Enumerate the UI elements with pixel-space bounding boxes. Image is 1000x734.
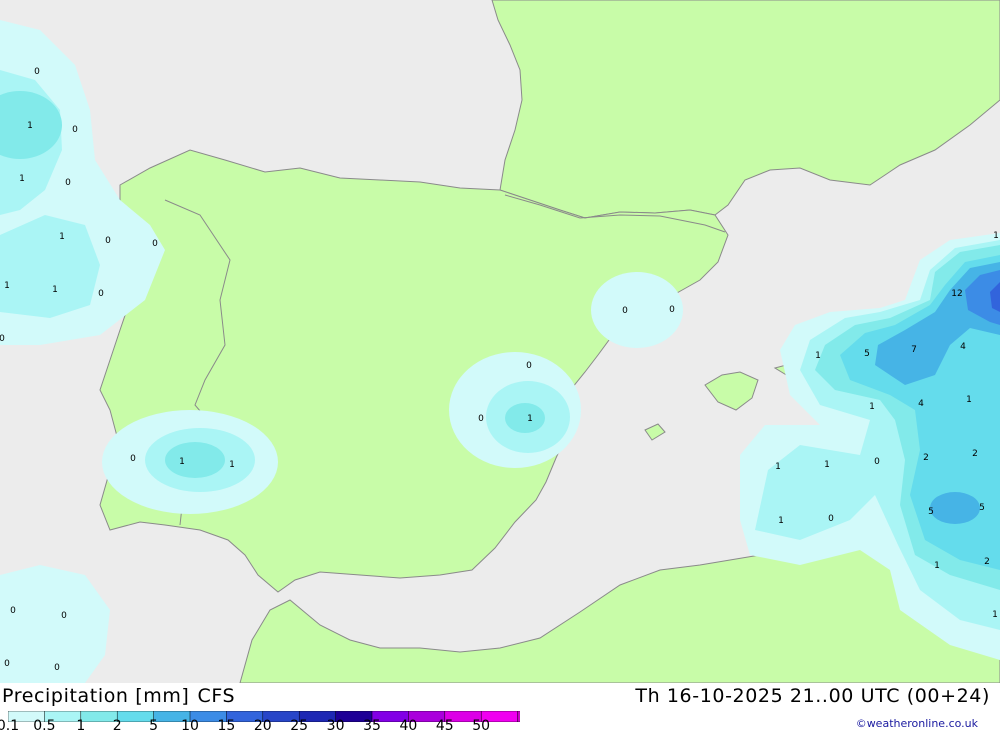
- contour-label: 1: [778, 516, 784, 526]
- contour-label: 5: [979, 503, 985, 513]
- contour-label: 0: [72, 125, 78, 135]
- contour-label: 0: [10, 606, 16, 616]
- contour-label: 5: [928, 507, 934, 517]
- color-scale-label: 0.5: [33, 718, 56, 734]
- color-scale-label: 35: [363, 718, 381, 734]
- contour-label: 0: [526, 361, 532, 371]
- contour-label: 5: [864, 349, 870, 359]
- contour-label: 0: [0, 334, 5, 344]
- color-scale-label: 5: [149, 718, 159, 734]
- color-scale-label: 1: [76, 718, 86, 734]
- contour-label: 1: [52, 285, 58, 295]
- contour-label: 0: [98, 289, 104, 299]
- contour-label: 0: [874, 457, 880, 467]
- contour-label: 0: [34, 67, 40, 77]
- color-scale-legend: 0.1 0.5 1 2 5 10 15 20 25 30 35 40 45 50: [0, 707, 590, 734]
- contour-label: 2: [972, 449, 978, 459]
- contour-label: 1: [527, 414, 533, 424]
- contour-label: 0: [669, 305, 675, 315]
- color-scale-label: 25: [290, 718, 309, 734]
- contour-label: 0: [54, 663, 60, 673]
- contour-label: 1: [229, 460, 235, 470]
- color-scale-label: 10: [181, 718, 199, 734]
- credit-link[interactable]: ©weatheronline.co.uk: [856, 717, 978, 730]
- contour-label: 0: [152, 239, 158, 249]
- color-scale-label: 15: [217, 718, 236, 734]
- contour-label: 1: [179, 457, 185, 467]
- contour-label: 1: [27, 121, 33, 131]
- color-scale-cell: [517, 710, 555, 723]
- contour-label: 0: [4, 659, 10, 669]
- contour-label: 1: [966, 395, 972, 405]
- contour-label: 0: [622, 306, 628, 316]
- contour-label: 0: [478, 414, 484, 424]
- color-scale-label: 20: [253, 718, 272, 734]
- contour-label: 0: [130, 454, 136, 464]
- contour-label: 0: [61, 611, 67, 621]
- contour-label: 1: [4, 281, 10, 291]
- contour-label: 0: [828, 514, 834, 524]
- color-scale-label: 2: [112, 718, 122, 734]
- model-name: CFS: [197, 685, 236, 707]
- contour-label: 0: [105, 236, 111, 246]
- contour-label: 2: [984, 557, 990, 567]
- contour-label: 12: [951, 289, 962, 299]
- valid-time: Th 16-10-2025 21..00 UTC (00+24): [635, 685, 990, 707]
- contour-label: 1: [993, 231, 999, 241]
- title-label: Precipitation [mm]: [2, 685, 190, 707]
- contour-label: 1: [19, 174, 25, 184]
- color-scale-label: 30: [326, 718, 345, 734]
- contour-label: 2: [923, 453, 929, 463]
- color-scale-label: 0.1: [0, 718, 20, 734]
- color-scale-label: 45: [435, 718, 454, 734]
- precipitation-map[interactable]: 0 1 0 1 0 1 0 0 1 1 0 0 0 0 1 0 1 0 1 0 …: [0, 0, 1000, 684]
- map-footer: Precipitation [mm] CFS Th 16-10-2025 21..…: [0, 683, 1000, 734]
- contour-label: 1: [824, 460, 830, 470]
- contour-label: 4: [918, 399, 924, 409]
- color-scale-label: 50: [472, 718, 491, 734]
- contour-label: 1: [815, 351, 821, 361]
- contour-label: 0: [65, 178, 71, 188]
- contour-label: 7: [911, 345, 917, 355]
- contour-label: 1: [992, 610, 998, 620]
- contour-label: 1: [934, 561, 940, 571]
- color-scale-label: 40: [399, 718, 418, 734]
- map-title: Precipitation [mm] CFS: [2, 685, 235, 707]
- contour-label: 1: [59, 232, 65, 242]
- contour-label: 4: [960, 342, 966, 352]
- contour-label: 1: [775, 462, 781, 472]
- contour-label: 1: [869, 402, 875, 412]
- map-canvas: 0 1 0 1 0 1 0 0 1 1 0 0 0 0 1 0 1 0 1 0 …: [0, 0, 1000, 684]
